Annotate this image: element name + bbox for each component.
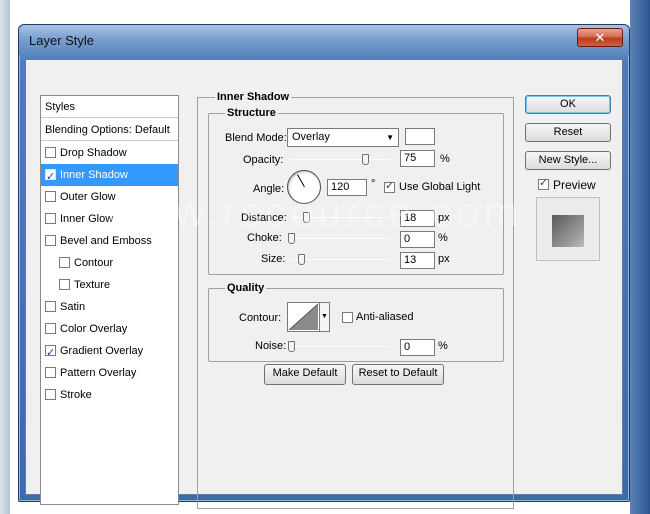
styles-header[interactable]: Styles xyxy=(41,96,178,118)
style-item-gradient-overlay[interactable]: Gradient Overlay xyxy=(41,340,178,364)
style-item-checkbox[interactable] xyxy=(45,323,56,334)
contour-preview[interactable] xyxy=(287,302,320,332)
contour-dropdown-chevron-down-icon: ▼ xyxy=(321,313,328,320)
style-item-label: Stroke xyxy=(60,389,92,401)
blend-mode-value: Overlay xyxy=(292,131,330,143)
style-item-checkbox[interactable] xyxy=(45,235,56,246)
choke-slider-track[interactable] xyxy=(291,238,389,239)
blending-options-label: Blending Options: Default xyxy=(45,124,170,136)
style-item-checkbox[interactable] xyxy=(45,213,56,224)
style-item-contour[interactable]: Contour xyxy=(41,252,178,274)
opacity-input[interactable]: 75 xyxy=(400,150,435,167)
layer-style-dialog: Layer Style ✕ Styles Blending Options: D… xyxy=(18,24,630,509)
style-preview-thumbnail xyxy=(536,197,600,261)
styles-header-label: Styles xyxy=(45,101,75,113)
style-item-pattern-overlay[interactable]: Pattern Overlay xyxy=(41,362,178,384)
size-unit: px xyxy=(438,253,450,265)
noise-unit: % xyxy=(438,340,448,352)
close-button[interactable]: ✕ xyxy=(577,28,623,47)
style-item-label: Color Overlay xyxy=(60,323,128,335)
panel-title: Inner Shadow xyxy=(215,91,292,103)
styles-list: Styles Blending Options: Default Drop Sh… xyxy=(40,95,179,505)
style-item-checkbox[interactable] xyxy=(59,257,70,268)
style-item-inner-shadow[interactable]: Inner Shadow xyxy=(41,164,178,188)
style-item-stroke[interactable]: Stroke xyxy=(41,384,178,406)
style-item-label: Drop Shadow xyxy=(60,147,127,159)
style-item-checkbox[interactable] xyxy=(45,301,56,312)
style-item-checkbox[interactable] xyxy=(45,147,56,158)
contour-dropdown[interactable]: ▼ xyxy=(319,302,330,332)
close-icon: ✕ xyxy=(594,30,606,45)
preview-checkbox[interactable] xyxy=(538,176,549,190)
opacity-label: Opacity: xyxy=(243,154,284,166)
style-item-label: Contour xyxy=(74,257,114,269)
style-item-satin[interactable]: Satin xyxy=(41,296,178,318)
style-item-label: Inner Shadow xyxy=(60,169,128,181)
noise-slider-thumb[interactable] xyxy=(288,341,295,352)
size-label: Size: xyxy=(261,253,286,265)
style-item-label: Texture xyxy=(74,279,111,291)
contour-label: Contour: xyxy=(239,312,282,324)
anti-aliased-checkbox[interactable] xyxy=(342,312,353,323)
style-preview-swatch xyxy=(552,215,584,247)
ok-button[interactable]: OK xyxy=(525,95,611,114)
desktop-edge-right xyxy=(630,0,650,514)
blending-options-item[interactable]: Blending Options: Default xyxy=(41,119,178,141)
style-item-checkbox[interactable] xyxy=(45,191,56,202)
style-item-label: Satin xyxy=(60,301,86,313)
quality-title: Quality xyxy=(225,282,267,294)
chevron-down-icon: ▼ xyxy=(386,133,394,142)
style-item-drop-shadow[interactable]: Drop Shadow xyxy=(41,142,178,164)
watermark: www.rscource.com xyxy=(106,188,523,235)
desktop-edge-left xyxy=(0,0,10,514)
title-bar[interactable]: Layer Style ✕ xyxy=(19,25,629,55)
opacity-unit: % xyxy=(440,153,450,165)
size-input[interactable]: 13 xyxy=(400,252,435,269)
opacity-slider-thumb[interactable] xyxy=(361,154,369,165)
quality-group: Quality Contour: ▼ Anti-aliased Noise: 0 xyxy=(208,282,504,362)
reset-to-default-button[interactable]: Reset to Default xyxy=(352,364,444,385)
inner-shadow-panel: Inner Shadow Structure Blend Mode: Overl… xyxy=(197,91,514,509)
new-style-button[interactable]: New Style... xyxy=(525,151,611,170)
blend-mode-select[interactable]: Overlay ▼ xyxy=(287,128,399,147)
style-item-checkbox[interactable] xyxy=(45,367,56,378)
anti-aliased-label[interactable]: Anti-aliased xyxy=(356,311,413,323)
style-item-label: Gradient Overlay xyxy=(60,345,144,357)
style-item-texture[interactable]: Texture xyxy=(41,274,178,296)
opacity-slider-track[interactable] xyxy=(291,159,389,160)
size-slider-track[interactable] xyxy=(291,259,389,260)
blend-mode-label: Blend Mode: xyxy=(225,132,287,144)
dialog-client-area: Styles Blending Options: Default Drop Sh… xyxy=(25,59,623,509)
style-item-label: Pattern Overlay xyxy=(60,367,137,379)
noise-label: Noise: xyxy=(255,340,287,352)
reset-button[interactable]: Reset xyxy=(525,123,611,142)
style-item-checkbox[interactable] xyxy=(45,166,56,188)
style-item-checkbox[interactable] xyxy=(45,342,56,364)
preview-label[interactable]: Preview xyxy=(553,178,596,192)
style-item-checkbox[interactable] xyxy=(45,389,56,400)
style-item-label: Bevel and Emboss xyxy=(60,235,152,247)
angle-needle xyxy=(297,174,305,187)
style-item-checkbox[interactable] xyxy=(59,279,70,290)
size-slider-thumb[interactable] xyxy=(297,254,305,265)
noise-input[interactable]: 0 xyxy=(400,339,435,356)
window-title: Layer Style xyxy=(29,33,95,48)
structure-title: Structure xyxy=(225,107,278,119)
shadow-color-swatch[interactable] xyxy=(405,128,435,145)
style-item-color-overlay[interactable]: Color Overlay xyxy=(41,318,178,340)
contour-curve-icon xyxy=(288,303,319,331)
noise-slider-track[interactable] xyxy=(291,346,389,347)
make-default-button[interactable]: Make Default xyxy=(264,364,346,385)
